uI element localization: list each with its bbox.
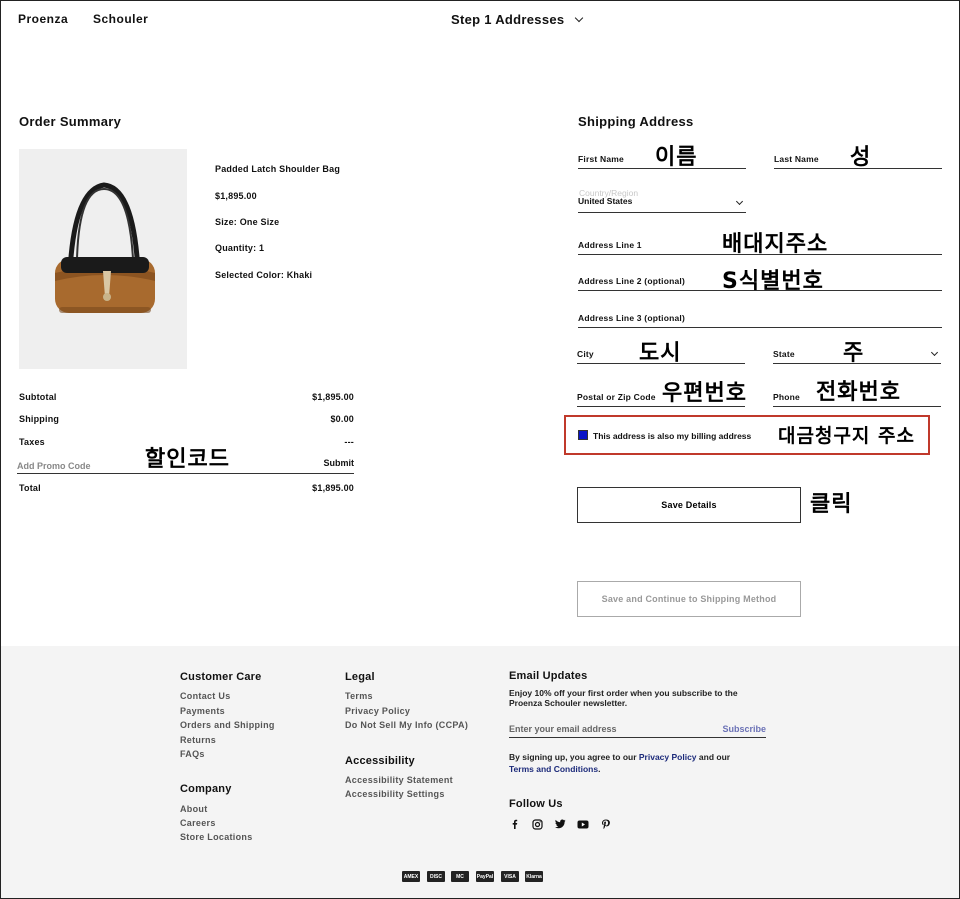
- footer-link-orders-shipping[interactable]: Orders and Shipping: [180, 720, 275, 730]
- chevron-down-icon: [930, 348, 939, 357]
- mastercard-icon: MC: [451, 871, 469, 882]
- visa-icon: VISA: [501, 871, 519, 882]
- postal-code-label: Postal or Zip Code: [577, 392, 656, 402]
- product-price: $1,895.00: [215, 191, 257, 201]
- subtotal-value: $1,895.00: [312, 392, 354, 402]
- paypal-icon: PayPal: [476, 871, 494, 882]
- annotation-city: 도시: [639, 341, 682, 366]
- footer-link-privacy-policy[interactable]: Privacy Policy: [345, 706, 410, 716]
- logo-schouler[interactable]: Schouler: [93, 12, 148, 26]
- billing-highlight-box: This address is also my billing address …: [564, 415, 930, 455]
- step-title: Step 1 Addresses: [451, 12, 565, 27]
- taxes-value: ---: [344, 437, 354, 447]
- youtube-icon[interactable]: [577, 818, 589, 830]
- annotation-address1: 배대지주소: [722, 232, 829, 257]
- address-line1-label: Address Line 1: [578, 240, 642, 250]
- address-line2-label: Address Line 2 (optional): [578, 276, 686, 286]
- promo-submit-button[interactable]: Submit: [324, 458, 355, 473]
- shipping-value: $0.00: [330, 414, 354, 424]
- product-quantity: Quantity: 1: [215, 243, 265, 253]
- terms-conditions-link[interactable]: Terms and Conditions: [509, 764, 598, 774]
- twitter-icon[interactable]: [554, 818, 566, 830]
- footer-link-about[interactable]: About: [180, 804, 208, 814]
- save-details-button[interactable]: Save Details: [577, 487, 801, 523]
- subtotal-row: Subtotal $1,895.00: [19, 392, 354, 402]
- footer-link-store-locations[interactable]: Store Locations: [180, 832, 253, 842]
- footer-link-returns[interactable]: Returns: [180, 735, 216, 745]
- email-input[interactable]: [509, 720, 689, 737]
- subscribe-button[interactable]: Subscribe: [722, 724, 766, 737]
- annotation-phone: 전화번호: [816, 380, 901, 405]
- annotation-state: 주: [843, 341, 865, 366]
- country-value: United States: [578, 196, 633, 206]
- shipping-address-title: Shipping Address: [578, 114, 694, 129]
- billing-checkbox-label[interactable]: This address is also my billing address: [593, 431, 751, 441]
- footer-link-accessibility-settings[interactable]: Accessibility Settings: [345, 789, 445, 799]
- product-name: Padded Latch Shoulder Bag: [215, 164, 341, 174]
- footer: [1, 646, 959, 898]
- annotation-postal: 우편번호: [662, 381, 747, 406]
- chevron-down-icon: [575, 13, 584, 22]
- save-continue-button[interactable]: Save and Continue to Shipping Method: [577, 581, 801, 617]
- discover-icon: DISC: [427, 871, 445, 882]
- product-color: Selected Color: Khaki: [215, 270, 313, 280]
- annotation-address2: S식별번호: [722, 269, 824, 294]
- total-value: $1,895.00: [312, 483, 354, 493]
- subtotal-label: Subtotal: [19, 392, 57, 402]
- annotation-promo: 할인코드: [145, 447, 230, 472]
- last-name-label: Last Name: [774, 154, 819, 164]
- amex-icon: AMEX: [402, 871, 420, 882]
- legal-text-and: and our: [698, 752, 731, 762]
- total-label: Total: [19, 483, 41, 493]
- legal-period: .: [598, 764, 601, 774]
- annotation-click: 클릭: [810, 492, 853, 517]
- footer-follow-us-title: Follow Us: [509, 798, 563, 810]
- first-name-label: First Name: [578, 154, 624, 164]
- footer-link-careers[interactable]: Careers: [180, 818, 216, 828]
- footer-email-desc-2: Proenza Schouler newsletter.: [509, 698, 628, 708]
- footer-link-faqs[interactable]: FAQs: [180, 749, 205, 759]
- footer-accessibility-title: Accessibility: [345, 755, 415, 767]
- address-line3-field[interactable]: Address Line 3 (optional): [578, 310, 942, 328]
- instagram-icon[interactable]: [531, 818, 543, 830]
- pinterest-icon[interactable]: [600, 818, 612, 830]
- footer-link-ccpa[interactable]: Do Not Sell My Info (CCPA): [345, 720, 468, 730]
- footer-link-accessibility-statement[interactable]: Accessibility Statement: [345, 775, 453, 785]
- legal-text-pre: By signing up, you agree to our: [509, 752, 637, 762]
- footer-legal-title: Legal: [345, 671, 375, 683]
- logo-proenza[interactable]: Proenza: [18, 12, 68, 26]
- state-label: State: [773, 349, 795, 359]
- klarna-icon: Klarna: [525, 871, 543, 882]
- footer-company-title: Company: [180, 783, 232, 795]
- product-size: Size: One Size: [215, 217, 280, 227]
- footer-email-title: Email Updates: [509, 670, 588, 682]
- annotation-billing: 대금청구지 주소: [778, 425, 915, 447]
- footer-link-terms[interactable]: Terms: [345, 691, 373, 701]
- product-image: [19, 149, 187, 369]
- footer-link-payments[interactable]: Payments: [180, 706, 225, 716]
- country-select[interactable]: Country/Region United States: [578, 188, 746, 213]
- footer-email-desc-1: Enjoy 10% off your first order when you …: [509, 688, 738, 698]
- footer-email-legal: By signing up, you agree to our Privacy …: [509, 752, 730, 762]
- address-line3-label: Address Line 3 (optional): [578, 313, 686, 323]
- step-dropdown[interactable]: Step 1 Addresses: [451, 12, 584, 27]
- chevron-down-icon: [735, 197, 744, 206]
- phone-label: Phone: [773, 392, 800, 402]
- footer-email-legal-2: Terms and Conditions.: [509, 764, 600, 774]
- privacy-policy-link[interactable]: Privacy Policy: [639, 752, 697, 762]
- annotation-last-name: 성: [850, 145, 872, 170]
- email-signup-row: Subscribe: [509, 720, 766, 738]
- order-summary-title: Order Summary: [19, 114, 122, 129]
- shipping-row: Shipping $0.00: [19, 414, 354, 424]
- facebook-icon[interactable]: [509, 818, 521, 830]
- shoulder-bag-image: [55, 182, 155, 313]
- shipping-label: Shipping: [19, 414, 60, 424]
- billing-checkbox[interactable]: [578, 430, 588, 440]
- footer-link-contact-us[interactable]: Contact Us: [180, 691, 231, 701]
- footer-customer-care-title: Customer Care: [180, 671, 262, 683]
- taxes-label: Taxes: [19, 437, 45, 447]
- annotation-first-name: 이름: [655, 145, 698, 170]
- city-label: City: [577, 349, 594, 359]
- total-row: Total $1,895.00: [19, 483, 354, 493]
